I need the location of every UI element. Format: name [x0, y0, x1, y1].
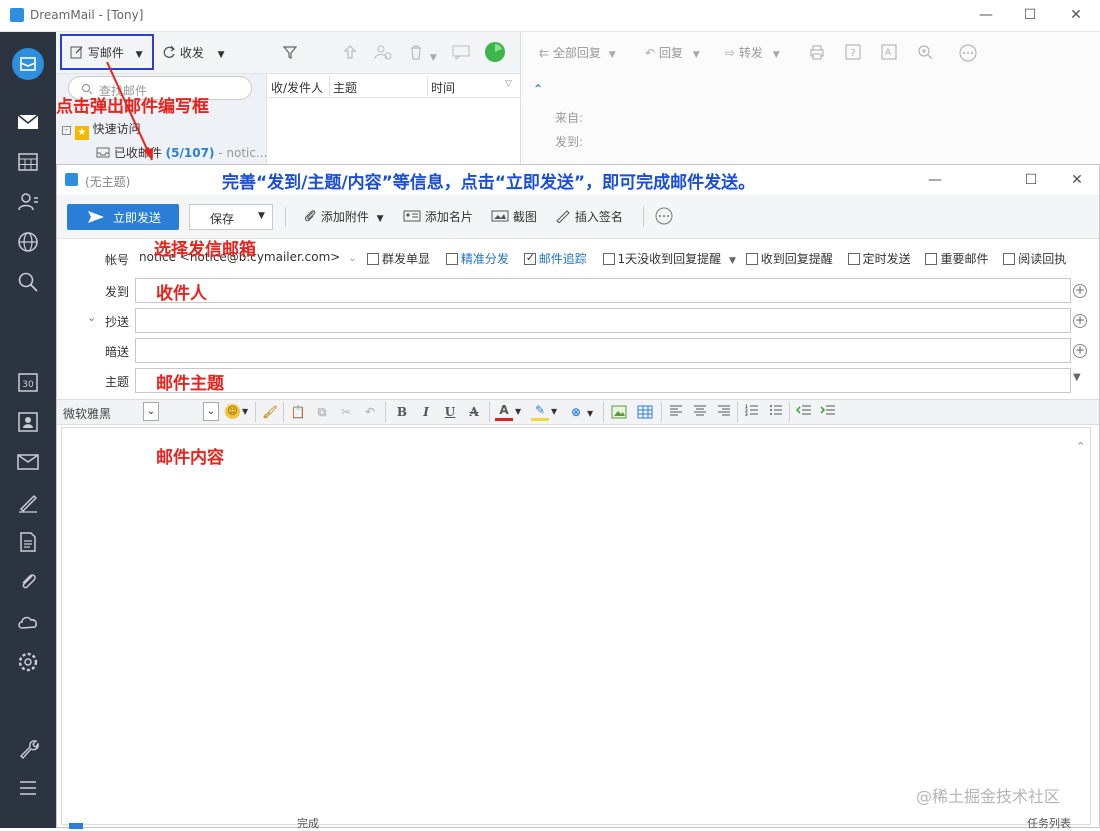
instruction-annotation: 完善“发到/主题/内容”等信息，点击“立即发送”，即可完成邮件发送。 — [222, 173, 756, 193]
recipient-hint-annotation: 收件人 — [156, 284, 207, 304]
compose-hint-annotation: 点击弹出邮件编写框 — [56, 97, 209, 117]
account-hint-annotation: 选择发信邮箱 — [154, 240, 256, 260]
subject-hint-annotation: 邮件主题 — [156, 374, 224, 394]
content-hint-annotation: 邮件内容 — [156, 448, 224, 468]
annotation-arrow — [106, 61, 153, 161]
watermark: @稀土掘金技术社区 — [916, 787, 1061, 806]
